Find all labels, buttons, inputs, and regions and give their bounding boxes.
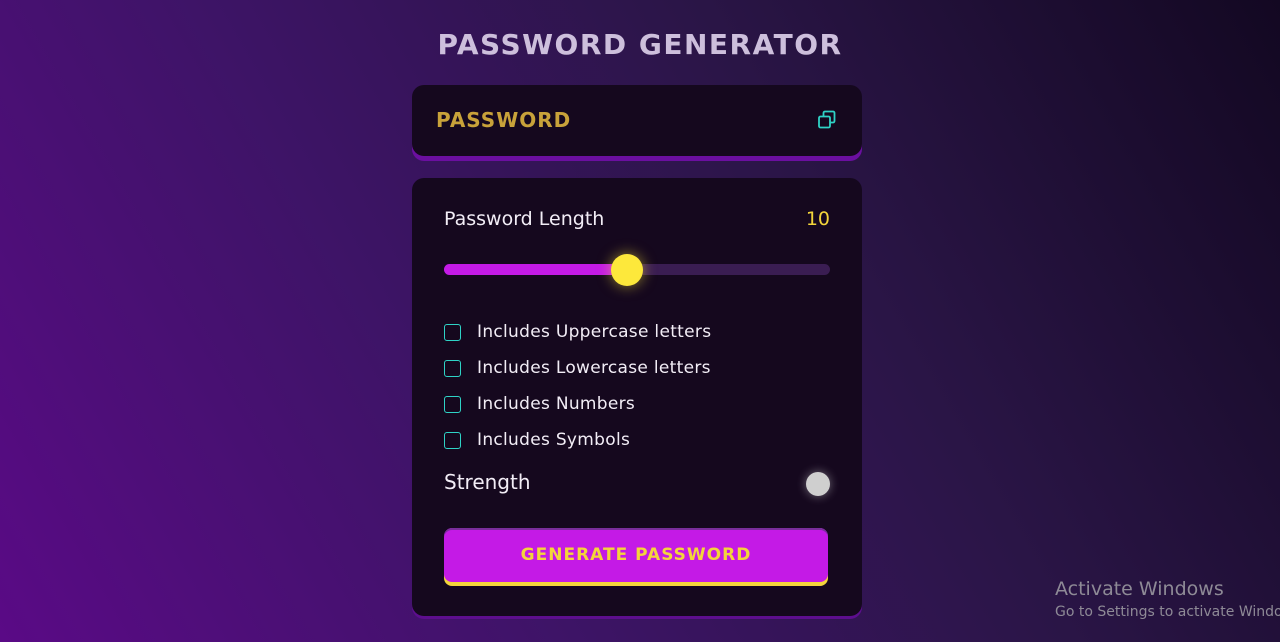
password-length-label: Password Length [444,208,605,230]
page-title: PASSWORD GENERATOR [437,28,843,61]
lowercase-checkbox[interactable] [444,359,461,377]
uppercase-checkbox[interactable] [444,323,461,341]
copy-icon[interactable] [816,109,838,131]
option-numbers[interactable]: Includes Numbers [444,386,711,422]
lowercase-label: Includes Lowercase letters [477,358,711,378]
option-uppercase[interactable]: Includes Uppercase letters [444,314,711,350]
windows-activation-watermark: Activate Windows Go to Settings to activ… [1055,578,1280,620]
password-text: PASSWORD [436,108,572,132]
strength-indicator [806,472,830,496]
slider-fill [444,264,627,275]
options-list: Includes Uppercase letters Includes Lowe… [444,314,711,458]
strength-label: Strength [444,470,531,494]
option-lowercase[interactable]: Includes Lowercase letters [444,350,711,386]
password-length-value: 10 [805,208,830,230]
watermark-title: Activate Windows [1055,578,1224,600]
length-slider[interactable] [444,254,830,286]
uppercase-label: Includes Uppercase letters [477,322,712,342]
watermark-subtitle: Go to Settings to activate Windows. [1055,604,1280,620]
numbers-checkbox[interactable] [444,395,461,413]
generate-password-button[interactable]: GENERATE PASSWORD [444,528,828,582]
symbols-checkbox[interactable] [444,431,461,449]
numbers-label: Includes Numbers [477,394,636,414]
symbols-label: Includes Symbols [477,430,631,450]
password-display: PASSWORD [412,85,862,156]
slider-thumb[interactable] [610,254,643,286]
option-symbols[interactable]: Includes Symbols [444,422,711,458]
settings-card: Password Length 10 Includes Uppercase le… [412,178,862,616]
